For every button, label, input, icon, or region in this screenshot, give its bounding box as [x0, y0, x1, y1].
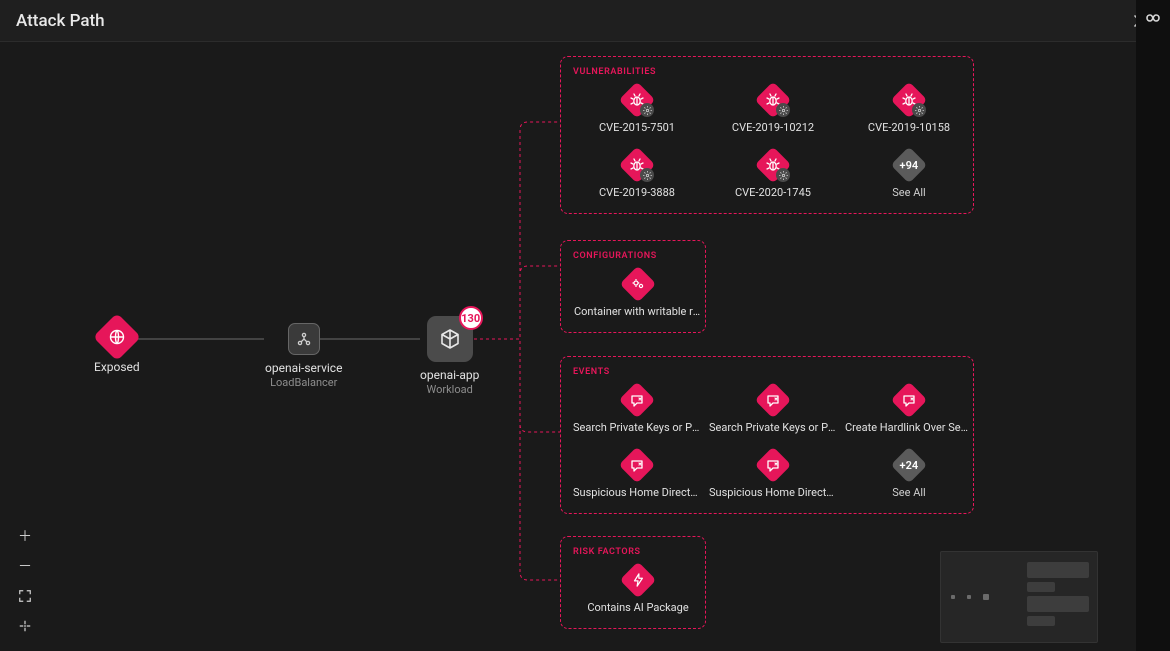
- group-title: Vulnerabilities: [573, 67, 961, 77]
- item-label: Container with writable ro...: [574, 305, 702, 318]
- event-item[interactable]: Suspicious Home Directo...: [709, 452, 837, 499]
- node-sublabel: LoadBalancer: [270, 376, 337, 389]
- item-label: CVE-2020-1745: [735, 186, 811, 199]
- recenter-icon: [18, 619, 32, 633]
- vuln-item[interactable]: CVE-2015-7501: [573, 87, 701, 134]
- event-item[interactable]: Suspicious Home Directo...: [573, 452, 701, 499]
- item-label: See All: [892, 186, 925, 199]
- item-label: Suspicious Home Directo...: [709, 486, 837, 499]
- item-label: Suspicious Home Directo...: [573, 486, 701, 499]
- item-label: CVE-2019-10158: [868, 121, 950, 134]
- gear-icon: [776, 168, 790, 182]
- item-label: See All: [892, 486, 925, 499]
- node-service[interactable]: openai-service LoadBalancer: [265, 323, 342, 389]
- group-title: Configurations: [573, 251, 693, 261]
- event-icon: [755, 382, 792, 419]
- event-icon: [755, 447, 792, 484]
- count-badge: 130: [459, 306, 483, 330]
- node-app[interactable]: 130 openai-app Workload: [420, 316, 479, 396]
- fullscreen-icon: [18, 589, 32, 603]
- zoom-out-button[interactable]: －: [14, 555, 36, 577]
- node-label: Exposed: [94, 360, 140, 374]
- bolt-icon: [620, 562, 657, 599]
- group-risk-factors: Risk Factors Contains AI Package: [560, 536, 706, 629]
- config-item[interactable]: Container with writable ro...: [573, 271, 703, 318]
- fullscreen-button[interactable]: [14, 585, 36, 607]
- node-label: openai-app: [420, 368, 479, 382]
- event-see-all[interactable]: +24 See All: [845, 452, 973, 499]
- gear-icon: [776, 103, 790, 117]
- item-label: Create Hardlink Over Sen...: [845, 421, 973, 434]
- loadbalancer-icon: [288, 323, 320, 355]
- more-count-icon: +94: [891, 147, 928, 184]
- page-title: Attack Path: [16, 11, 1126, 31]
- zoom-controls: ＋ －: [14, 525, 36, 637]
- item-label: CVE-2019-3888: [599, 186, 675, 199]
- vuln-item[interactable]: CVE-2019-10212: [709, 87, 837, 134]
- event-item[interactable]: Search Private Keys or Pa...: [709, 387, 837, 434]
- item-label: Contains AI Package: [587, 601, 688, 614]
- gear-icon: [640, 168, 654, 182]
- workload-icon: 130: [427, 316, 473, 362]
- more-count-icon: +24: [891, 447, 928, 484]
- zoom-in-button[interactable]: ＋: [14, 525, 36, 547]
- event-item[interactable]: Create Hardlink Over Sen...: [845, 387, 973, 434]
- gear-icon: [640, 103, 654, 117]
- vuln-see-all[interactable]: +94 See All: [845, 152, 973, 199]
- risk-item[interactable]: Contains AI Package: [573, 567, 703, 614]
- graph-canvas[interactable]: Exposed openai-service LoadBalancer 130 …: [0, 42, 1136, 651]
- group-title: Events: [573, 367, 961, 377]
- item-label: Search Private Keys or Pa...: [709, 421, 837, 434]
- right-rail: [1136, 0, 1170, 651]
- node-exposed[interactable]: Exposed: [94, 320, 140, 374]
- node-label: openai-service: [265, 361, 342, 375]
- gear-icon: [912, 103, 926, 117]
- globe-icon: [93, 313, 141, 361]
- event-icon: [619, 382, 656, 419]
- vuln-item[interactable]: CVE-2019-10158: [845, 87, 973, 134]
- vuln-item[interactable]: CVE-2019-3888: [573, 152, 701, 199]
- group-title: Risk Factors: [573, 547, 693, 557]
- item-label: Search Private Keys or Pa...: [573, 421, 701, 434]
- recenter-button[interactable]: [14, 615, 36, 637]
- group-vulnerabilities: Vulnerabilities CVE-2015-7501 CVE-2019-1…: [560, 56, 974, 214]
- item-label: CVE-2019-10212: [732, 121, 814, 134]
- group-events: Events Search Private Keys or Pa... Sear…: [560, 356, 974, 514]
- event-icon: [891, 382, 928, 419]
- event-icon: [619, 447, 656, 484]
- minimap[interactable]: [940, 551, 1098, 643]
- event-item[interactable]: Search Private Keys or Pa...: [573, 387, 701, 434]
- group-configurations: Configurations Container with writable r…: [560, 240, 706, 333]
- infinity-icon[interactable]: [1143, 10, 1163, 30]
- item-label: CVE-2015-7501: [599, 121, 675, 134]
- gears-icon: [620, 266, 657, 303]
- node-sublabel: Workload: [427, 383, 473, 396]
- vuln-item[interactable]: CVE-2020-1745: [709, 152, 837, 199]
